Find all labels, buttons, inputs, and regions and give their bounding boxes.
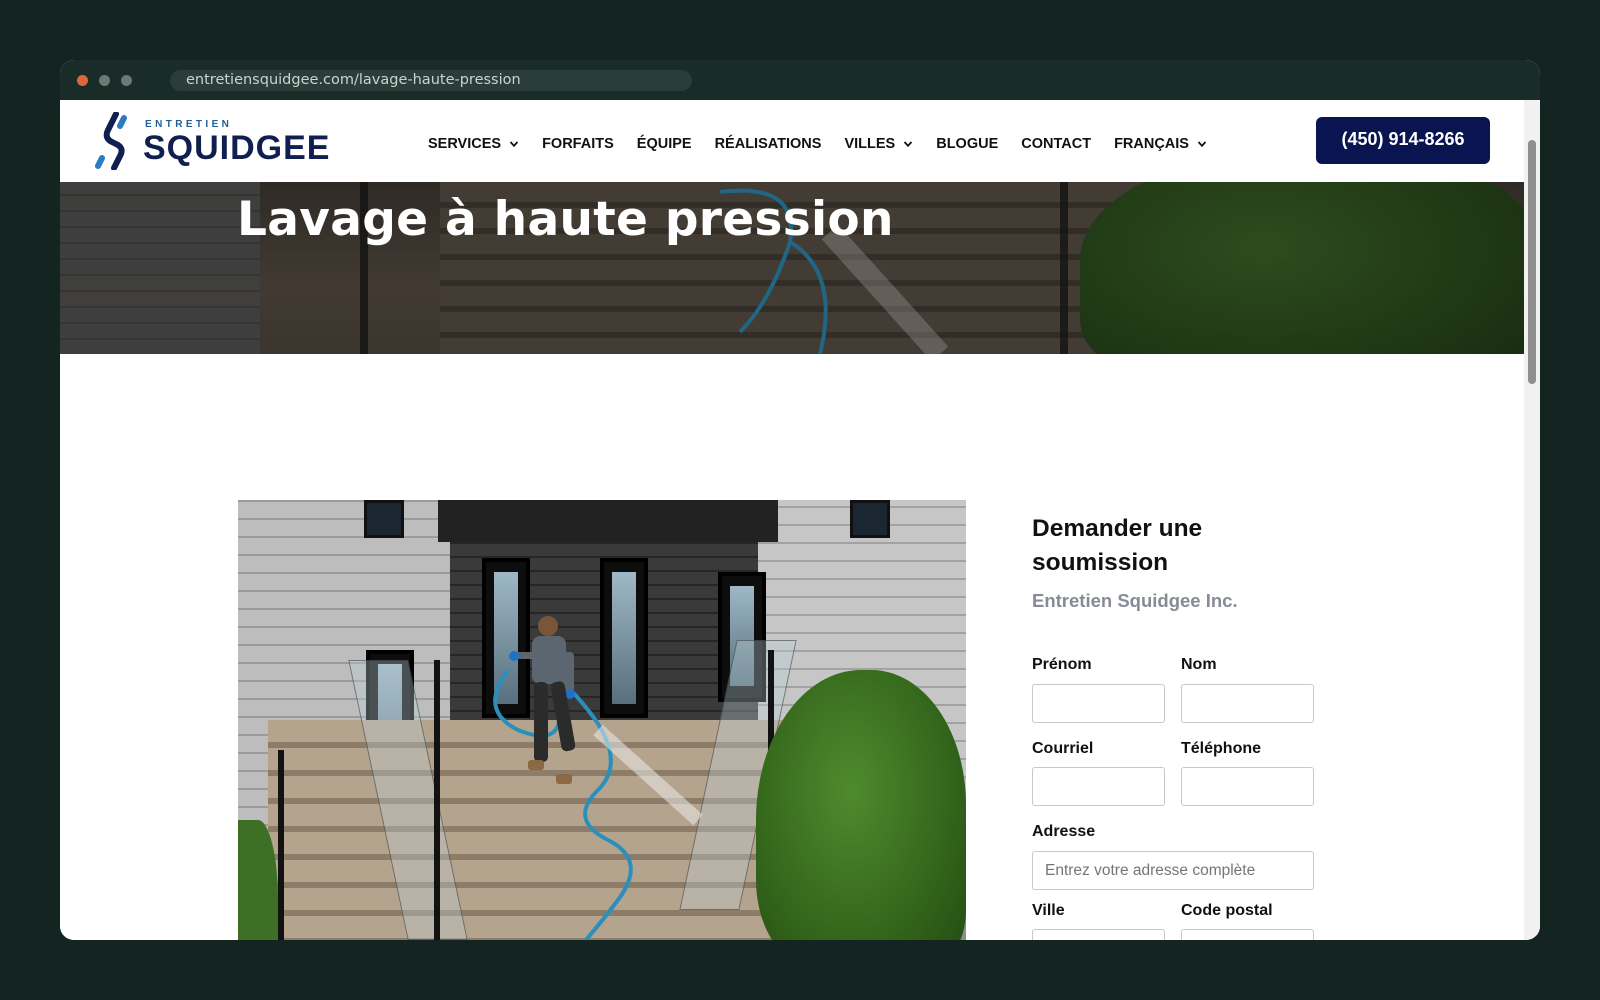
phone-field[interactable] (1181, 767, 1314, 806)
window-close-button[interactable] (77, 75, 88, 86)
email-label: Courriel (1032, 740, 1094, 757)
chevron-down-icon (1197, 141, 1207, 148)
nav-item-realisations[interactable]: RÉALISATIONS (715, 136, 822, 152)
logo-mark-icon (95, 112, 127, 170)
browser-window: entretiensquidgee.com/lavage-haute-press… (60, 60, 1540, 940)
page-title: Lavage à haute pression (237, 192, 894, 247)
page-scrollbar[interactable] (1524, 100, 1540, 940)
first-name-label: Prénom (1032, 656, 1092, 673)
city-field[interactable] (1032, 929, 1165, 940)
scrollbar-thumb[interactable] (1528, 140, 1536, 384)
nav-label: FORFAITS (542, 136, 614, 152)
nav-item-forfaits[interactable]: FORFAITS (542, 136, 614, 152)
window-maximize-button[interactable] (121, 75, 132, 86)
photo-window (850, 500, 890, 538)
window-minimize-button[interactable] (99, 75, 110, 86)
last-name-field[interactable] (1181, 684, 1314, 723)
address-field[interactable]: Entrez votre adresse complète (1032, 851, 1314, 890)
site-header: ENTRETIEN SQUIDGEE SERVICES FORFAITS ÉQU… (60, 100, 1524, 182)
photo-window (364, 500, 404, 538)
last-name-label: Nom (1181, 656, 1217, 673)
nav-item-contact[interactable]: CONTACT (1021, 136, 1091, 152)
city-label: Ville (1032, 902, 1065, 919)
nav-label: ÉQUIPE (636, 136, 692, 152)
chevron-down-icon (509, 141, 519, 148)
form-subtitle: Entretien Squidgee Inc. (1032, 590, 1238, 611)
nav-label: BLOGUE (936, 136, 999, 152)
nav-label: FRANÇAIS (1114, 136, 1189, 152)
form-title: Demander une soumission (1032, 515, 1203, 576)
nav-label: CONTACT (1021, 136, 1092, 152)
nav-label: RÉALISATIONS (714, 136, 822, 152)
photo-shrub (756, 670, 966, 940)
photo-rail-post (278, 750, 284, 940)
nav-item-language[interactable]: FRANÇAIS (1114, 136, 1207, 152)
postal-code-label: Code postal (1181, 902, 1273, 919)
address-label: Adresse (1032, 823, 1096, 840)
email-field[interactable] (1032, 767, 1165, 806)
photo-worker (509, 616, 576, 784)
browser-chrome: entretiensquidgee.com/lavage-haute-press… (60, 60, 1540, 100)
phone-call-button[interactable]: (450) 914-8266 (1316, 117, 1490, 164)
photo-canopy (438, 500, 778, 542)
phone-label: Téléphone (1181, 740, 1262, 757)
photo-rail-post (434, 660, 440, 940)
nav-item-blogue[interactable]: BLOGUE (936, 136, 998, 152)
nav-item-villes[interactable]: VILLES (844, 136, 913, 152)
main-nav: SERVICES FORFAITS ÉQUIPE RÉALISATIONS VI… (428, 133, 1230, 155)
page-viewport: ENTRETIEN SQUIDGEE SERVICES FORFAITS ÉQU… (60, 100, 1540, 940)
address-bar[interactable]: entretiensquidgee.com/lavage-haute-press… (170, 70, 692, 91)
site-logo[interactable]: ENTRETIEN SQUIDGEE (94, 110, 334, 170)
service-photo (238, 500, 966, 940)
nav-item-equipe[interactable]: ÉQUIPE (637, 136, 692, 152)
nav-item-services[interactable]: SERVICES (428, 136, 519, 152)
nav-label: VILLES (844, 136, 896, 152)
hero-banner: Lavage à haute pression (60, 182, 1524, 354)
nav-label: SERVICES (428, 136, 502, 152)
logo-wordmark: SQUIDGEE (143, 129, 331, 167)
postal-code-field[interactable] (1181, 929, 1314, 940)
chevron-down-icon (904, 141, 913, 148)
first-name-field[interactable] (1032, 684, 1165, 723)
